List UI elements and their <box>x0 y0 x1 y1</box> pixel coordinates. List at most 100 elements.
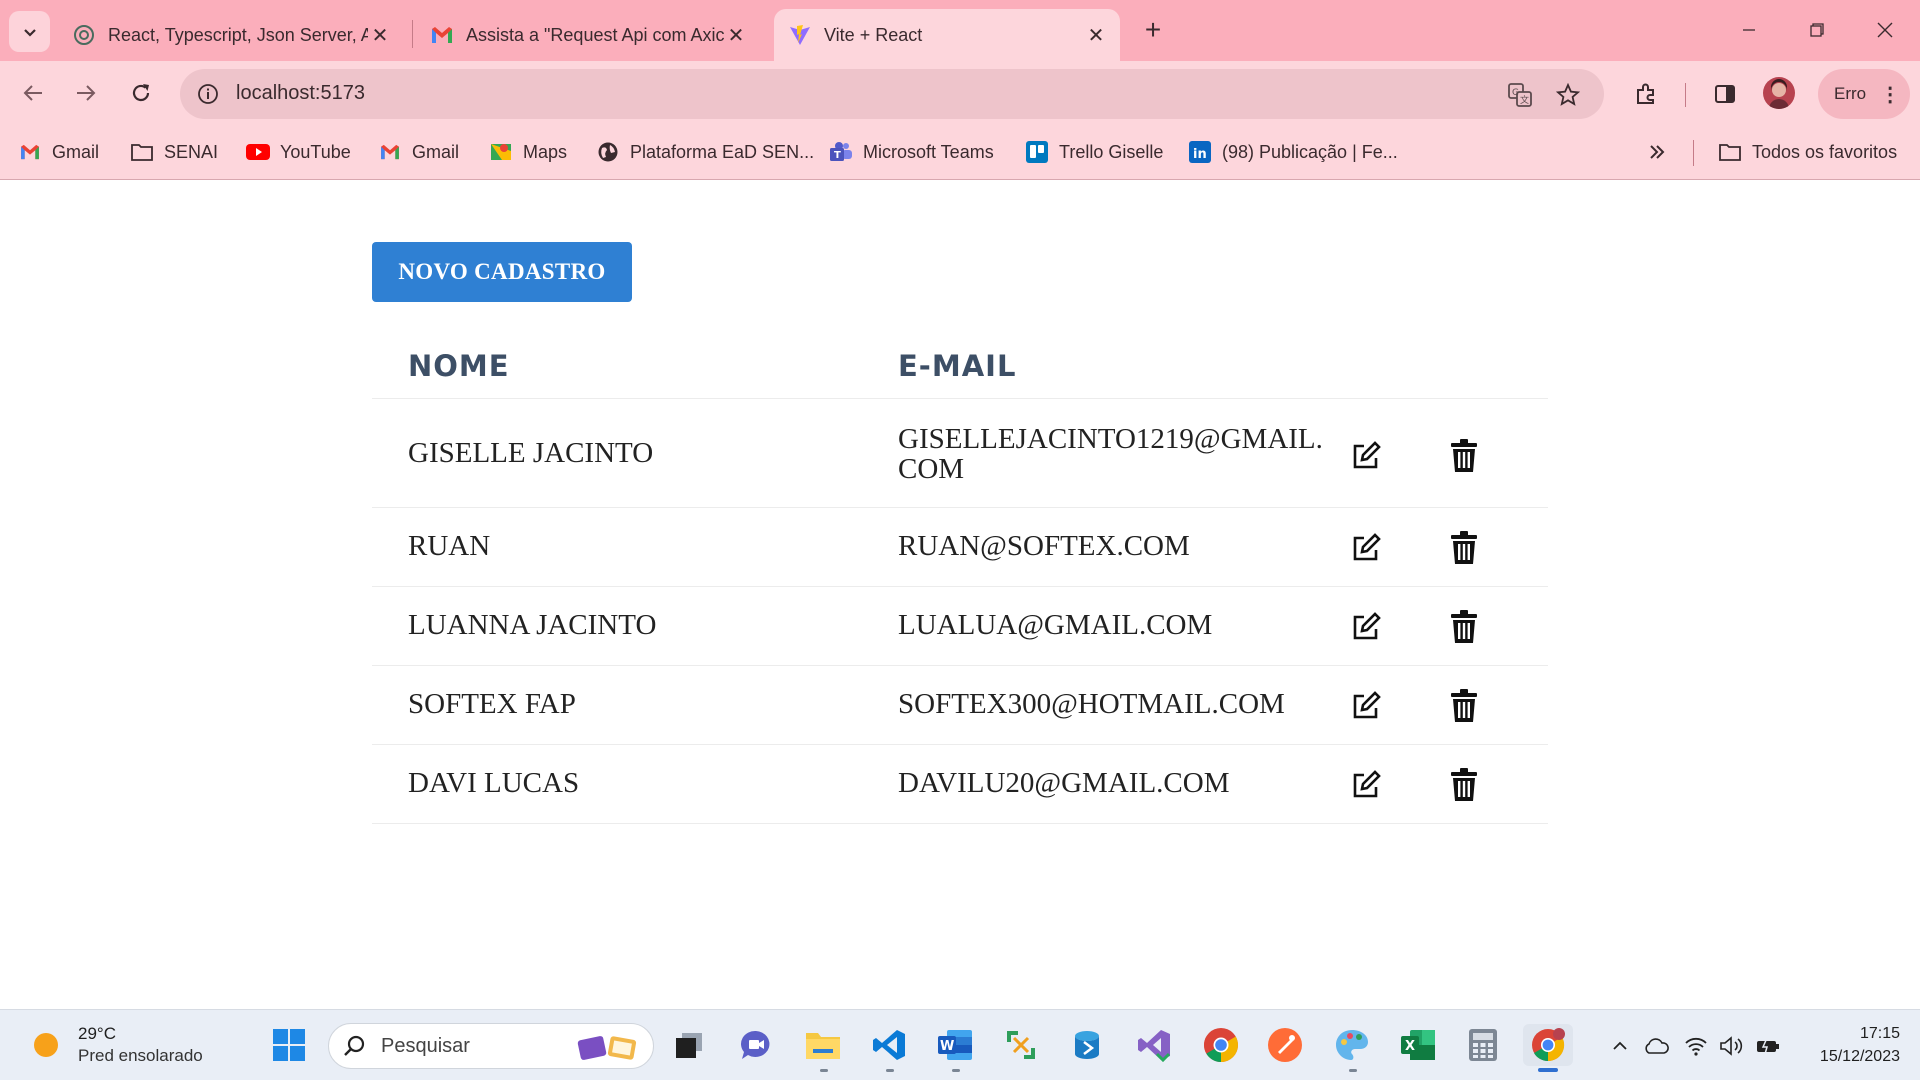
tab-react-typescript[interactable]: React, Typescript, Json Server, A ✕ <box>58 9 404 61</box>
edit-icon[interactable] <box>1346 528 1386 568</box>
active-app-indicator <box>1538 1068 1558 1072</box>
trello-icon <box>1025 140 1049 164</box>
bookmark-senai[interactable]: SENAI <box>130 136 218 168</box>
chrome-icon[interactable] <box>1200 1024 1242 1066</box>
bookmarks-overflow-button[interactable] <box>1647 136 1667 168</box>
restore-button[interactable] <box>1794 10 1840 50</box>
bookmark-microsoft-teams[interactable]: T Microsoft Teams <box>829 136 994 168</box>
battery-icon[interactable] <box>1754 1032 1782 1060</box>
reload-button[interactable] <box>121 73 161 113</box>
partly-sunny-icon <box>34 1033 58 1057</box>
column-header-email: E-MAIL <box>898 349 1017 383</box>
table-row: SOFTEX FAP SOFTEX300@HOTMAIL.COM <box>372 666 1548 745</box>
bookmark-youtube[interactable]: YouTube <box>246 136 351 168</box>
profile-error-label: Erro <box>1834 84 1867 103</box>
taskbar-search[interactable]: Pesquisar <box>328 1023 654 1069</box>
azure-data-studio-icon[interactable] <box>1066 1024 1108 1066</box>
tab-title: React, Typescript, Json Server, A <box>108 24 368 45</box>
word-icon[interactable]: W <box>934 1024 976 1066</box>
clock-time: 17:15 <box>1859 1025 1900 1042</box>
back-button[interactable] <box>13 73 53 113</box>
system-clock[interactable]: 17:15 15/12/2023 <box>1800 1022 1900 1068</box>
svg-text:T: T <box>834 150 841 161</box>
site-info-icon[interactable] <box>192 78 224 110</box>
weather-condition: Pred ensolarado <box>78 1046 203 1065</box>
wifi-icon[interactable] <box>1682 1032 1710 1060</box>
edit-icon[interactable] <box>1346 686 1386 726</box>
reload-icon <box>132 84 150 102</box>
user-email: DAVILU20@GMAIL.COM <box>898 767 1230 799</box>
chevron-up-icon[interactable] <box>1606 1032 1634 1060</box>
folder-icon <box>1718 140 1742 164</box>
bookmark-label: SENAI <box>164 141 219 162</box>
tab-close-icon[interactable]: ✕ <box>724 23 748 47</box>
bookmark-maps[interactable]: Maps <box>489 136 567 168</box>
bookmark-star-icon[interactable] <box>1554 81 1582 109</box>
trash-icon[interactable] <box>1444 528 1484 568</box>
chrome-profile-icon[interactable] <box>1523 1024 1573 1066</box>
more-options-icon[interactable]: ⋮ <box>1880 82 1900 107</box>
new-registration-button[interactable]: NOVO CADASTRO <box>372 242 632 302</box>
vscode-icon[interactable] <box>868 1024 910 1066</box>
edit-icon[interactable] <box>1346 436 1386 476</box>
table-row: RUAN RUAN@SOFTEX.COM <box>372 508 1548 587</box>
bookmark-plataforma-ead[interactable]: Plataforma EaD SEN... <box>596 136 814 168</box>
calculator-icon[interactable] <box>1462 1024 1504 1066</box>
bookmark-gmail-2[interactable]: Gmail <box>378 136 459 168</box>
trash-icon[interactable] <box>1444 686 1484 726</box>
globe-icon <box>596 140 620 164</box>
tab-gmail[interactable]: Assista a "Request Api com Axic ✕ <box>416 9 760 61</box>
start-button[interactable] <box>268 1024 310 1066</box>
youtube-icon <box>246 140 270 164</box>
address-bar[interactable]: localhost:5173 G文 <box>180 69 1604 119</box>
running-indicator <box>820 1069 828 1072</box>
column-header-name: NOME <box>408 349 510 383</box>
user-name: RUAN <box>408 530 491 562</box>
excel-icon[interactable]: X <box>1397 1024 1439 1066</box>
tab-vite-react[interactable]: Vite + React ✕ <box>774 9 1120 61</box>
translate-icon[interactable]: G文 <box>1506 81 1534 109</box>
user-name: SOFTEX FAP <box>408 688 576 720</box>
clock-date: 15/12/2023 <box>1819 1048 1900 1065</box>
onedrive-icon[interactable] <box>1642 1032 1670 1060</box>
forward-button[interactable] <box>66 73 106 113</box>
tab-search-button[interactable] <box>9 11 50 52</box>
new-tab-button[interactable]: + <box>1137 14 1169 46</box>
tab-title: Vite + React <box>824 24 923 45</box>
trash-icon[interactable] <box>1444 765 1484 805</box>
arrow-right-icon <box>77 85 96 101</box>
bookmarks-separator <box>1693 140 1694 166</box>
bookmark-gmail[interactable]: Gmail <box>18 136 99 168</box>
file-explorer-icon[interactable] <box>802 1024 844 1066</box>
trash-icon[interactable] <box>1444 607 1484 647</box>
bookmarks-bar: Gmail SENAI YouTube Gmail Maps Plataform… <box>0 127 1920 180</box>
extensions-icon[interactable] <box>1627 75 1665 113</box>
tab-close-icon[interactable]: ✕ <box>368 23 392 47</box>
bookmark-linkedin[interactable]: in (98) Publicação | Fe... <box>1188 136 1398 168</box>
snipping-tool-icon[interactable] <box>1000 1024 1042 1066</box>
running-indicator <box>886 1069 894 1072</box>
task-view-icon[interactable] <box>668 1024 710 1066</box>
avatar[interactable] <box>1763 77 1795 109</box>
visual-studio-installer-icon[interactable] <box>1133 1024 1175 1066</box>
edit-icon[interactable] <box>1346 765 1386 805</box>
paint-icon[interactable] <box>1331 1024 1373 1066</box>
side-panel-icon[interactable] <box>1706 75 1744 113</box>
edit-icon[interactable] <box>1346 607 1386 647</box>
chat-icon[interactable] <box>735 1024 777 1066</box>
weather-widget[interactable]: 29°C Pred ensolarado <box>28 1020 203 1070</box>
chevron-down-icon <box>23 28 36 37</box>
profile-error-button[interactable]: Erro ⋮ <box>1818 69 1910 119</box>
close-window-button[interactable] <box>1862 10 1908 50</box>
svg-text:G: G <box>1512 88 1519 98</box>
volume-icon[interactable] <box>1718 1032 1746 1060</box>
bookmark-trello-giselle[interactable]: Trello Giselle <box>1025 136 1163 168</box>
all-bookmarks-folder[interactable]: Todos os favoritos <box>1718 136 1897 168</box>
linkedin-icon: in <box>1188 140 1212 164</box>
tab-close-icon[interactable]: ✕ <box>1084 23 1108 47</box>
trash-icon[interactable] <box>1444 436 1484 476</box>
postman-icon[interactable] <box>1264 1024 1306 1066</box>
toolbar-separator <box>1685 83 1686 107</box>
search-highlight-icon <box>577 1032 639 1067</box>
minimize-button[interactable] <box>1726 10 1772 50</box>
